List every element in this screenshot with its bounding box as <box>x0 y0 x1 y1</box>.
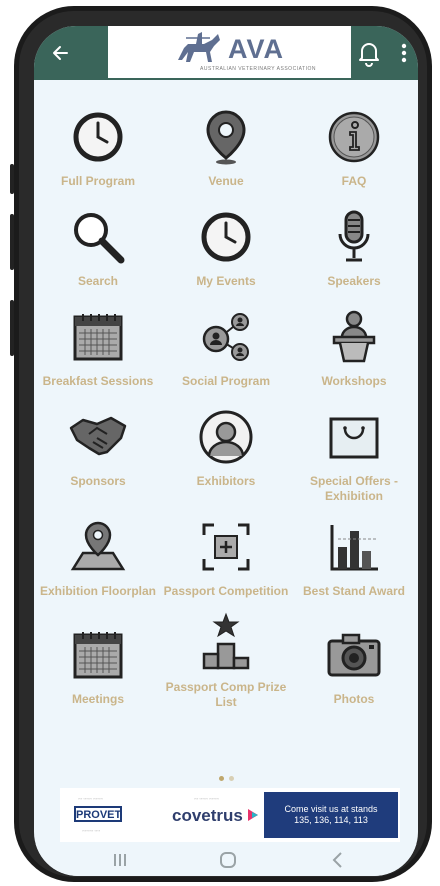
handshake-icon <box>69 416 127 456</box>
ad-line-1: Come visit us at stands <box>284 804 378 814</box>
tile-label: Photos <box>333 692 375 706</box>
calendar-icon <box>73 632 123 679</box>
tile-label: Meetings <box>71 692 124 706</box>
tile-label: Speakers <box>327 274 381 288</box>
back-button[interactable] <box>46 38 76 68</box>
microphone-icon <box>338 210 370 262</box>
tile-label: Full Program <box>60 174 135 188</box>
tile-label: Venue <box>208 174 244 188</box>
tile-social-program[interactable]: Social Program <box>162 304 290 389</box>
tile-label: FAQ <box>341 174 367 188</box>
add-frame-icon <box>202 523 250 571</box>
calendar-icon <box>73 314 123 361</box>
tile-label: My Events <box>196 274 256 288</box>
provet-logo: PROVET <box>74 806 122 822</box>
system-nav-bar <box>34 844 418 876</box>
map-pin-icon <box>206 110 246 165</box>
tile-passport-comp-prize-list[interactable]: Passport Comp Prize List <box>162 610 290 710</box>
tile-label: Social Program <box>181 374 271 388</box>
tile-label: Exhibition Floorplan <box>40 584 156 598</box>
page-dot[interactable] <box>229 776 234 781</box>
volume-button <box>10 164 14 194</box>
person-circle-icon <box>199 410 253 464</box>
arrow-left-icon <box>53 46 68 60</box>
provet-sponsor: ◦◦◦ ◦◦◦◦◦◦ ◦◦◦◦◦◦◦ PROVET ◦◦◦◦◦◦◦◦ ◦◦◦◦ <box>74 796 122 833</box>
tile-label: Search <box>77 274 119 288</box>
tile-exhibitors[interactable]: Exhibitors <box>162 404 290 489</box>
more-options-icon[interactable] <box>398 40 410 66</box>
podium-speaker-icon <box>332 310 376 363</box>
menu-grid: Full Program Venue FAQ Search My Events … <box>34 80 418 770</box>
tile-label: Passport Competition <box>163 584 289 598</box>
app-screen: AVA AUSTRALIAN VETERINARY ASSOCIATION Fu… <box>34 26 418 876</box>
tile-label: Special Offers - Exhibition <box>309 474 399 503</box>
tile-label: Exhibitors <box>196 474 256 488</box>
shopping-bag-icon <box>329 417 379 459</box>
horse-rider-logo-icon <box>178 32 220 62</box>
app-bar: AVA AUSTRALIAN VETERINARY ASSOCIATION <box>34 26 418 80</box>
tile-label: Best Stand Award <box>302 584 406 598</box>
page-dot-active[interactable] <box>219 776 224 781</box>
tile-label: Sponsors <box>70 474 126 488</box>
covetrus-sponsor: ◦◦◦ ◦◦◦◦◦◦ ◦◦◦◦◦◦◦ covetrus <box>164 788 264 842</box>
logo-subtitle: AUSTRALIAN VETERINARY ASSOCIATION <box>200 66 316 72</box>
bell-icon[interactable] <box>356 39 382 67</box>
power-button <box>10 300 14 356</box>
network-icon <box>202 313 249 361</box>
tile-best-stand-award[interactable]: Best Stand Award <box>290 514 418 599</box>
tile-meetings[interactable]: Meetings <box>34 622 162 707</box>
star-podium-icon <box>202 612 250 670</box>
back-nav-icon[interactable] <box>328 850 348 870</box>
tile-label: Passport Comp Prize List <box>165 680 287 709</box>
tile-sponsors[interactable]: Sponsors <box>34 404 162 489</box>
covetrus-logo: covetrus <box>172 806 243 825</box>
recent-apps-icon[interactable] <box>110 850 130 870</box>
tile-search[interactable]: Search <box>34 204 162 289</box>
camera-icon <box>327 633 381 677</box>
sponsor-banner[interactable]: ◦◦◦ ◦◦◦◦◦◦ ◦◦◦◦◦◦◦ PROVET ◦◦◦◦◦◦◦◦ ◦◦◦◦ … <box>60 788 400 842</box>
ava-logo: AVA AUSTRALIAN VETERINARY ASSOCIATION <box>108 26 351 78</box>
stands-ad: Come visit us at stands 135, 136, 114, 1… <box>264 792 398 838</box>
tile-label: Workshops <box>321 374 387 388</box>
tile-special-offers[interactable]: Special Offers - Exhibition <box>290 404 418 504</box>
tile-photos[interactable]: Photos <box>290 622 418 707</box>
tile-breakfast-sessions[interactable]: Breakfast Sessions <box>34 304 162 389</box>
tile-venue[interactable]: Venue <box>162 104 290 189</box>
tile-my-events[interactable]: My Events <box>162 204 290 289</box>
home-icon[interactable] <box>218 850 238 870</box>
clock-icon <box>73 112 123 162</box>
tile-passport-competition[interactable]: Passport Competition <box>162 514 290 599</box>
volume-button <box>10 214 14 270</box>
tile-faq[interactable]: FAQ <box>290 104 418 189</box>
ad-line-2: 135, 136, 114, 113 <box>294 815 368 825</box>
page-indicator <box>219 776 234 781</box>
bar-chart-icon <box>330 525 378 571</box>
covetrus-mark-icon <box>248 809 258 821</box>
tile-label: Breakfast Sessions <box>42 374 154 388</box>
clock-icon <box>201 212 251 262</box>
tile-exhibition-floorplan[interactable]: Exhibition Floorplan <box>34 514 162 599</box>
map-location-icon <box>70 521 126 571</box>
logo-text: AVA <box>228 34 284 64</box>
tile-speakers[interactable]: Speakers <box>290 204 418 289</box>
info-icon <box>328 111 380 163</box>
magnifier-icon <box>74 213 125 264</box>
tile-workshops[interactable]: Workshops <box>290 304 418 389</box>
tile-full-program[interactable]: Full Program <box>34 104 162 189</box>
